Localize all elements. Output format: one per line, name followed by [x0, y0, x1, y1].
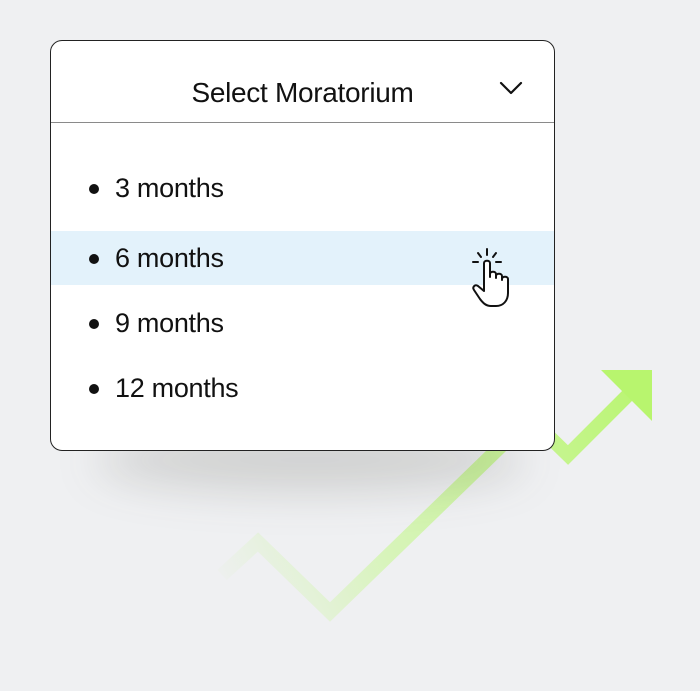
option-label: 6 months — [115, 243, 224, 273]
moratorium-dropdown[interactable]: Select Moratorium 3 months 6 months 9 mo… — [50, 40, 555, 451]
pointing-hand-click-icon — [472, 248, 509, 307]
chevron-down-icon[interactable] — [499, 81, 523, 95]
bullet-icon — [89, 254, 99, 264]
dropdown-title: Select Moratorium — [191, 77, 414, 108]
option-label: 3 months — [115, 173, 224, 203]
dropdown-header[interactable]: Select Moratorium — [51, 41, 554, 123]
option-12-months[interactable]: 12 months — [51, 361, 554, 415]
option-3-months[interactable]: 3 months — [51, 161, 554, 215]
bullet-icon — [89, 384, 99, 394]
option-label: 12 months — [115, 373, 239, 403]
bullet-icon — [89, 319, 99, 329]
bullet-icon — [89, 184, 99, 194]
option-label: 9 months — [115, 308, 224, 338]
